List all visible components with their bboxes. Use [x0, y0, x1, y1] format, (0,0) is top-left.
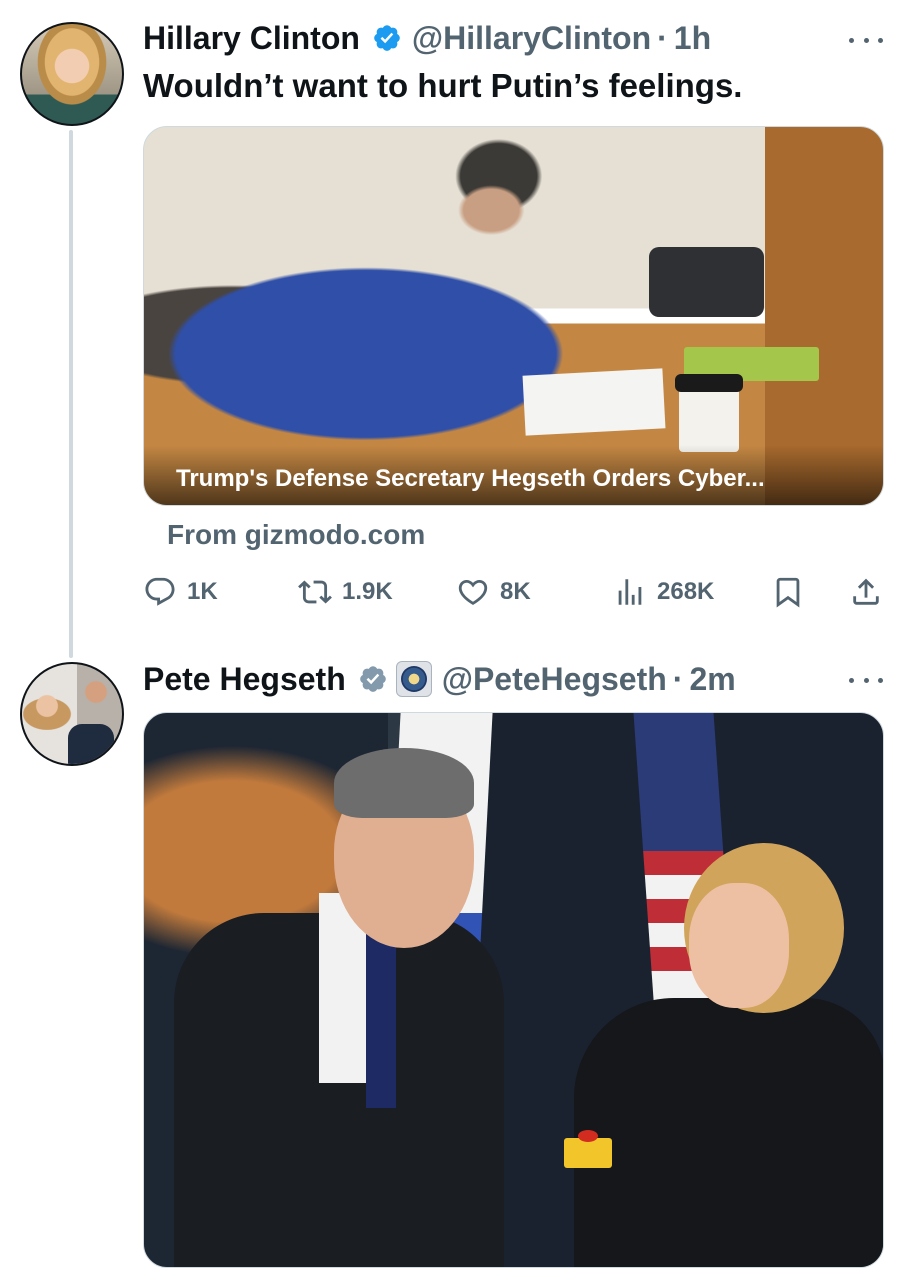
views-count: 268K	[657, 578, 715, 605]
reply-icon	[145, 577, 175, 606]
verified-badge-icon[interactable]	[372, 23, 402, 53]
tweet-header: Pete Hegseth @PeteHegseth · 2m	[143, 659, 736, 699]
author-name[interactable]: Hillary Clinton	[143, 18, 360, 58]
author-handle[interactable]: @PeteHegseth	[442, 659, 667, 699]
heart-icon	[458, 579, 488, 605]
more-options-icon[interactable]	[849, 30, 883, 50]
views-button[interactable]: 268K	[613, 570, 714, 614]
share-button[interactable]	[849, 570, 883, 614]
repost-icon	[298, 580, 332, 604]
separator-dot: ·	[672, 661, 684, 697]
tweet-header: Hillary Clinton @HillaryClinton · 1h	[143, 18, 711, 58]
tweet-action-bar: 1K 1.9K 8K 268K	[143, 570, 884, 614]
author-handle[interactable]: @HillaryClinton	[412, 18, 651, 58]
tweet-text: Wouldn’t want to hurt Putin’s feelings.	[143, 67, 743, 104]
bookmark-icon	[776, 577, 800, 608]
tweet-photo[interactable]	[143, 712, 884, 1268]
link-card-title[interactable]: Trump's Defense Secretary Hegseth Orders…	[176, 465, 765, 493]
like-button[interactable]: 8K	[456, 570, 531, 614]
share-icon	[853, 578, 879, 605]
woman-face-graphic	[689, 883, 789, 1008]
repost-button[interactable]: 1.9K	[298, 570, 393, 614]
link-card-image[interactable]: Trump's Defense Secretary Hegseth Orders…	[143, 126, 884, 506]
avatar-hillary-clinton[interactable]	[20, 22, 124, 126]
link-card-source[interactable]: From gizmodo.com	[167, 518, 425, 552]
desk-phone-graphic	[649, 247, 764, 317]
author-name[interactable]: Pete Hegseth	[143, 659, 346, 699]
reset-button-prop-graphic	[564, 1130, 612, 1168]
avatar-pete-hegseth[interactable]	[20, 662, 124, 766]
thread-connector-line	[69, 130, 73, 658]
more-options-icon[interactable]	[849, 670, 883, 690]
coffee-cup-graphic	[675, 374, 743, 452]
woman-jacket-graphic	[574, 998, 883, 1267]
verified-badge-icon[interactable]	[358, 664, 388, 694]
repost-count: 1.9K	[342, 578, 393, 605]
separator-dot: ·	[657, 20, 668, 56]
views-chart-icon	[618, 579, 642, 605]
tweet-timestamp[interactable]: 1h	[674, 18, 711, 58]
tweet-timestamp[interactable]: 2m	[689, 659, 735, 699]
bookmark-button[interactable]	[771, 570, 805, 614]
like-count: 8K	[500, 578, 531, 605]
man-hair-graphic	[334, 748, 474, 818]
reply-count: 1K	[187, 578, 218, 605]
government-affiliation-badge-icon[interactable]	[395, 661, 432, 697]
reply-button[interactable]: 1K	[143, 570, 218, 614]
document-graphic	[522, 368, 666, 436]
